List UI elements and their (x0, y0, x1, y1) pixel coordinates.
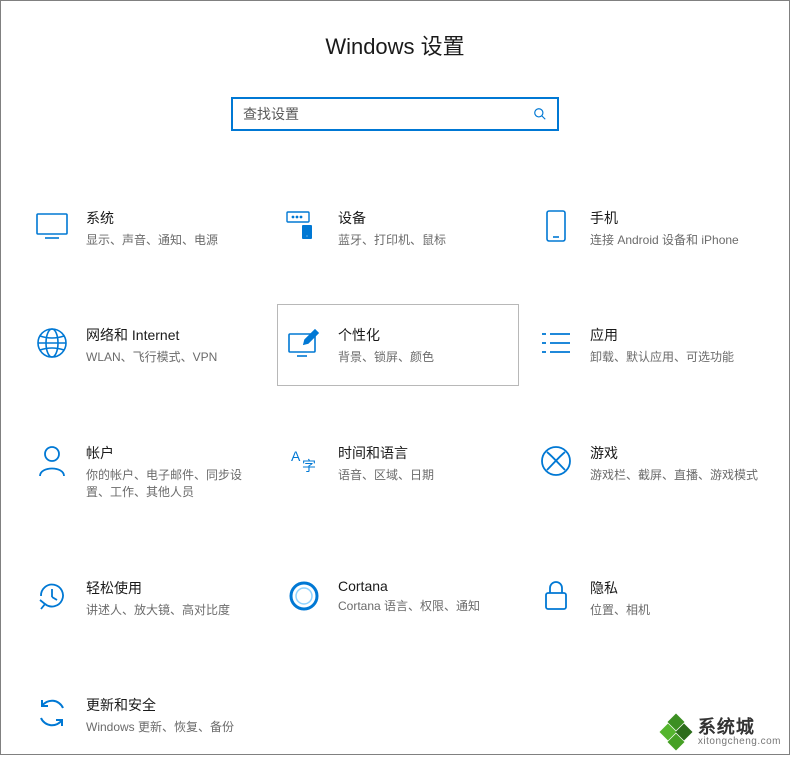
xbox-icon (536, 441, 576, 481)
tile-title: 游戏 (590, 443, 762, 463)
tile-privacy[interactable]: 隐私 位置、相机 (529, 557, 771, 638)
tile-accounts[interactable]: 帐户 你的帐户、电子邮件、同步设置、工作、其他人员 (25, 422, 267, 521)
apps-icon (536, 323, 576, 363)
tile-desc: 游戏栏、截屏、直播、游戏模式 (590, 467, 762, 484)
tile-desc: 连接 Android 设备和 iPhone (590, 232, 762, 249)
tile-desc: 显示、声音、通知、电源 (86, 232, 258, 249)
search-input[interactable] (243, 106, 533, 122)
tile-system[interactable]: 系统 显示、声音、通知、电源 (25, 187, 267, 268)
tile-title: 网络和 Internet (86, 325, 258, 345)
sync-icon (32, 693, 72, 733)
tile-title: 更新和安全 (86, 695, 258, 715)
tile-title: 手机 (590, 208, 762, 228)
watermark: 系统城 xitongcheng.com (660, 716, 781, 748)
tile-title: 设备 (338, 208, 510, 228)
tile-title: 帐户 (86, 443, 258, 463)
tile-desc: 讲述人、放大镜、高对比度 (86, 602, 258, 619)
search-icon (533, 107, 547, 121)
tile-desc: Windows 更新、恢复、备份 (86, 719, 258, 736)
tile-network[interactable]: 网络和 Internet WLAN、飞行模式、VPN (25, 304, 267, 385)
globe-icon (32, 323, 72, 363)
tile-title: Cortana (338, 578, 510, 594)
svg-text:字: 字 (302, 458, 316, 474)
tile-apps[interactable]: 应用 卸载、默认应用、可选功能 (529, 304, 771, 385)
tile-desc: WLAN、飞行模式、VPN (86, 349, 258, 366)
tile-ease-of-access[interactable]: 轻松使用 讲述人、放大镜、高对比度 (25, 557, 267, 638)
tile-title: 系统 (86, 208, 258, 228)
tile-desc: 你的帐户、电子邮件、同步设置、工作、其他人员 (86, 467, 258, 502)
tile-title: 应用 (590, 325, 762, 345)
tile-phone[interactable]: 手机 连接 Android 设备和 iPhone (529, 187, 771, 268)
settings-grid: 系统 显示、声音、通知、电源 设备 蓝牙、打印机、鼠标 (11, 187, 779, 755)
devices-icon (284, 206, 324, 246)
tile-gaming[interactable]: 游戏 游戏栏、截屏、直播、游戏模式 (529, 422, 771, 521)
clock-arrow-icon (32, 576, 72, 616)
watermark-url: xitongcheng.com (698, 736, 781, 747)
watermark-brand: 系统城 (698, 718, 781, 736)
tile-title: 轻松使用 (86, 578, 258, 598)
tile-personalization[interactable]: 个性化 背景、锁屏、颜色 (277, 304, 519, 385)
lock-icon (536, 576, 576, 616)
page-title: Windows 设置 (11, 29, 779, 61)
cortana-icon (284, 576, 324, 616)
tile-desc: 位置、相机 (590, 602, 762, 619)
tile-devices[interactable]: 设备 蓝牙、打印机、鼠标 (277, 187, 519, 268)
tile-cortana[interactable]: Cortana Cortana 语言、权限、通知 (277, 557, 519, 638)
person-icon (32, 441, 72, 481)
tile-title: 时间和语言 (338, 443, 510, 463)
tile-title: 隐私 (590, 578, 762, 598)
tile-time-language[interactable]: A 字 时间和语言 语音、区域、日期 (277, 422, 519, 521)
tile-desc: 卸载、默认应用、可选功能 (590, 349, 762, 366)
svg-text:A: A (291, 448, 301, 464)
tile-title: 个性化 (338, 325, 510, 345)
tile-update-security[interactable]: 更新和安全 Windows 更新、恢复、备份 (25, 674, 267, 755)
tile-desc: Cortana 语言、权限、通知 (338, 598, 510, 615)
tile-desc: 语音、区域、日期 (338, 467, 510, 484)
tile-desc: 背景、锁屏、颜色 (338, 349, 510, 366)
system-icon (32, 206, 72, 246)
language-icon: A 字 (284, 441, 324, 481)
personalization-icon (284, 323, 324, 363)
phone-icon (536, 206, 576, 246)
watermark-logo-icon (660, 716, 692, 748)
tile-desc: 蓝牙、打印机、鼠标 (338, 232, 510, 249)
search-box[interactable] (231, 97, 559, 131)
